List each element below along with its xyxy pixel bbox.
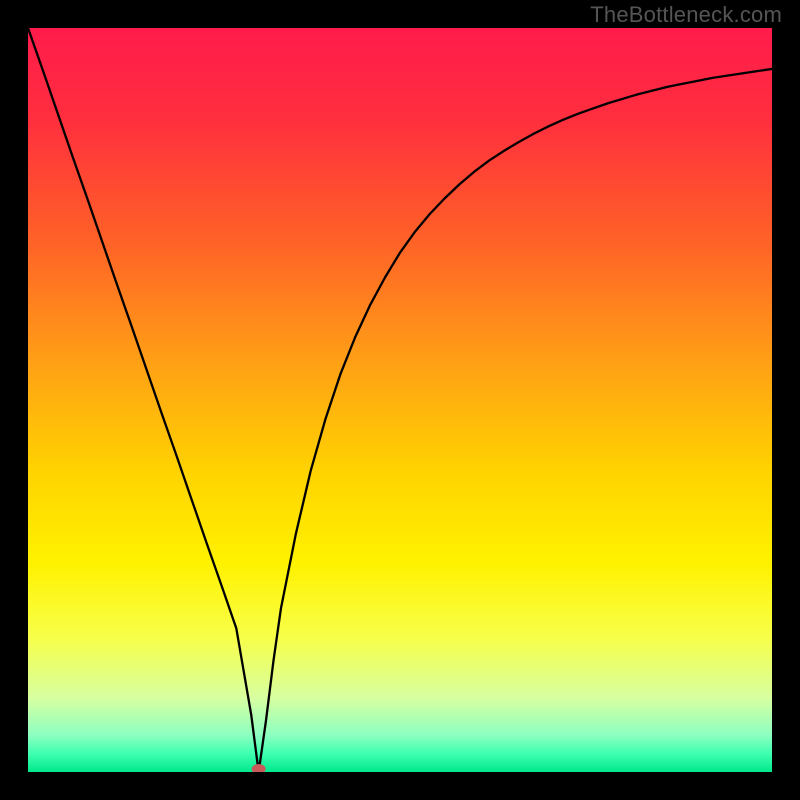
chart-frame: TheBottleneck.com xyxy=(0,0,800,800)
watermark-label: TheBottleneck.com xyxy=(590,2,782,28)
gradient-plot-area xyxy=(28,28,772,772)
bottleneck-chart xyxy=(28,28,772,772)
